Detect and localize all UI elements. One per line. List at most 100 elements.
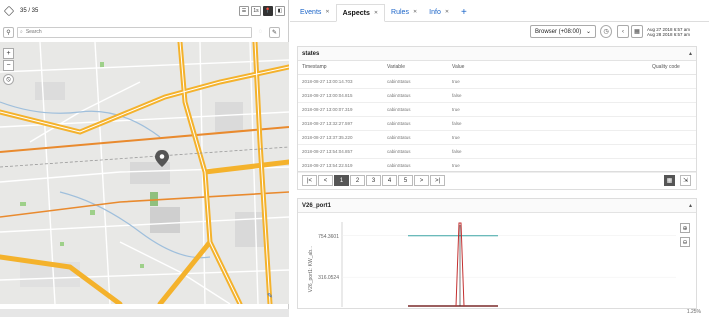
reset-view-icon[interactable]: ⦸: [3, 74, 14, 85]
view-toggle-group: ☰ 1s 📍 ◧: [239, 6, 285, 16]
states-card: states ▴ Timestamp Variable Value Qualit…: [297, 46, 697, 190]
filter-icon[interactable]: ⚲: [3, 26, 14, 38]
asset-search-field[interactable]: ⌕: [17, 26, 252, 38]
status-bar: 1.25%: [686, 309, 701, 315]
tab-rules[interactable]: Rules ✕: [385, 3, 423, 21]
cell-quality: [648, 88, 696, 103]
tab-info[interactable]: Info ✕: [423, 3, 455, 21]
date-range[interactable]: Aug 27 2018 6:57 am Aug 28 2018 6:57 am: [647, 27, 705, 37]
y-tick-label: 316.0524: [318, 275, 339, 281]
edit-icon[interactable]: ✎: [269, 26, 280, 38]
table-row[interactable]: 2018-08-27 13:37:35.220 cabinStatus true: [298, 130, 696, 145]
add-tab-button[interactable]: +: [455, 3, 473, 21]
table-row[interactable]: 2018-08-27 13:54:04.857 cabinStatus false: [298, 144, 696, 159]
list-view-button[interactable]: ☰: [239, 6, 249, 16]
cell-timestamp: 2018-08-27 13:54:22.519: [298, 158, 383, 173]
table-actions: ▦ ⇲: [664, 175, 692, 186]
zoom-out-icon[interactable]: ⊖: [680, 237, 690, 247]
first-page-button[interactable]: |<: [302, 175, 317, 186]
export-icon[interactable]: ⇲: [680, 175, 691, 186]
next-page-button[interactable]: >: [414, 175, 429, 186]
states-title: states: [302, 50, 320, 57]
cell-value: true: [448, 102, 648, 117]
asset-panel-header: 35 / 35 ☰ 1s 📍 ◧: [0, 0, 289, 22]
tab-aspects-label: Aspects: [342, 9, 370, 17]
close-icon[interactable]: ✕: [413, 9, 417, 15]
table-row[interactable]: 2018-08-27 13:32:27.597 cabinStatus false: [298, 116, 696, 131]
table-header-row: Timestamp Variable Value Quality code: [298, 61, 696, 75]
app-root: 35 / 35 ☰ 1s 📍 ◧ ⚲ ⌕ ◌ ✎: [0, 0, 709, 317]
date-to: Aug 28 2018 6:57 am: [647, 32, 691, 37]
timezone-select[interactable]: Browser (+08:00) ⌄: [530, 25, 596, 38]
table-row[interactable]: 2018-08-27 13:00:07.319 cabinStatus true: [298, 102, 696, 117]
asset-search-input[interactable]: [25, 29, 226, 35]
collapse-icon[interactable]: ▴: [689, 202, 692, 209]
tile-view-button[interactable]: 1s: [251, 6, 261, 16]
close-icon[interactable]: ✕: [445, 9, 449, 15]
page-button-3[interactable]: 3: [366, 175, 381, 186]
cell-quality: [648, 102, 696, 117]
cell-quality: [648, 144, 696, 159]
asset-map-panel: 35 / 35 ☰ 1s 📍 ◧ ⚲ ⌕ ◌ ✎: [0, 0, 289, 317]
chart-title: V26_port1: [302, 202, 332, 209]
search-icon: ⌕: [20, 29, 23, 35]
tab-events[interactable]: Events ✕: [294, 3, 336, 21]
clock-icon[interactable]: ◷: [600, 25, 612, 38]
y-tick-label: 754.3601: [318, 234, 339, 240]
asset-count: 35 / 35: [20, 8, 39, 14]
cell-timestamp: 2018-08-27 13:37:35.220: [298, 130, 383, 145]
cell-variable: cabinStatus: [383, 116, 448, 131]
table-row[interactable]: 2018-08-27 13:54:22.519 cabinStatus true: [298, 158, 696, 173]
column-header[interactable]: Timestamp: [298, 61, 383, 75]
states-table: Timestamp Variable Value Quality code 20…: [298, 61, 696, 173]
page-button-2[interactable]: 2: [350, 175, 365, 186]
details-panel: Events ✕ Aspects ✕ Rules ✕ Info ✕ + Browser …: [290, 0, 709, 317]
calendar-icon[interactable]: ▦: [631, 25, 643, 38]
cell-timestamp: 2018-08-27 13:00:04.815: [298, 88, 383, 103]
cell-variable: cabinStatus: [383, 158, 448, 173]
chart-plot[interactable]: 754.3601 316.0524 V26_port1: KW_ab...: [298, 214, 696, 309]
cell-variable: cabinStatus: [383, 74, 448, 89]
page-button-5[interactable]: 5: [398, 175, 413, 186]
page-button-4[interactable]: 4: [382, 175, 397, 186]
column-header[interactable]: Quality code: [648, 61, 696, 75]
column-header[interactable]: Variable: [383, 61, 448, 75]
pencil-icon[interactable]: ✎: [267, 292, 273, 300]
cell-value: false: [448, 116, 648, 131]
zoom-in-icon[interactable]: ⊕: [680, 223, 690, 233]
tab-rules-label: Rules: [391, 8, 409, 16]
timezone-value: Browser (+08:00): [535, 28, 582, 35]
cell-value: true: [448, 158, 648, 173]
map-canvas: [0, 42, 289, 304]
column-header[interactable]: Value: [448, 61, 648, 75]
grid-icon[interactable]: ▦: [664, 175, 675, 186]
cell-value: false: [448, 144, 648, 159]
page-button-1[interactable]: 1: [334, 175, 349, 186]
tab-bar: Events ✕ Aspects ✕ Rules ✕ Info ✕ +: [290, 0, 709, 22]
asset-search-bar: ⚲ ⌕ ◌ ✎: [0, 24, 289, 40]
cell-timestamp: 2018-08-27 13:00:07.319: [298, 102, 383, 117]
collapse-icon[interactable]: ▴: [689, 50, 692, 57]
table-row[interactable]: 2018-08-27 13:00:04.815 cabinStatus false: [298, 88, 696, 103]
zoom-out-button[interactable]: −: [3, 60, 14, 71]
street-map[interactable]: + − ⦸ ✎: [0, 42, 289, 304]
refresh-icon[interactable]: ◌: [255, 26, 266, 38]
table-row[interactable]: 2018-08-27 13:00:14.703 cabinStatus true: [298, 74, 696, 89]
map-footer: [0, 309, 289, 317]
last-page-button[interactable]: >|: [430, 175, 445, 186]
tab-info-label: Info: [429, 8, 441, 16]
asset-hexagon-icon: [3, 5, 15, 17]
prev-page-button[interactable]: <: [318, 175, 333, 186]
cell-value: true: [448, 130, 648, 145]
cell-variable: cabinStatus: [383, 88, 448, 103]
cell-timestamp: 2018-08-27 13:32:27.597: [298, 116, 383, 131]
close-icon[interactable]: ✕: [325, 9, 329, 15]
states-card-header: states ▴: [298, 47, 696, 61]
close-icon[interactable]: ✕: [374, 10, 378, 16]
zoom-in-button[interactable]: +: [3, 48, 14, 59]
pagination: |< < 1 2 3 4 5 > >| ▦ ⇲: [298, 171, 696, 189]
previous-range-button[interactable]: ‹: [617, 25, 629, 38]
map-view-button[interactable]: 📍: [263, 6, 273, 16]
tab-aspects[interactable]: Aspects ✕: [335, 4, 386, 22]
split-view-button[interactable]: ◧: [275, 6, 285, 16]
